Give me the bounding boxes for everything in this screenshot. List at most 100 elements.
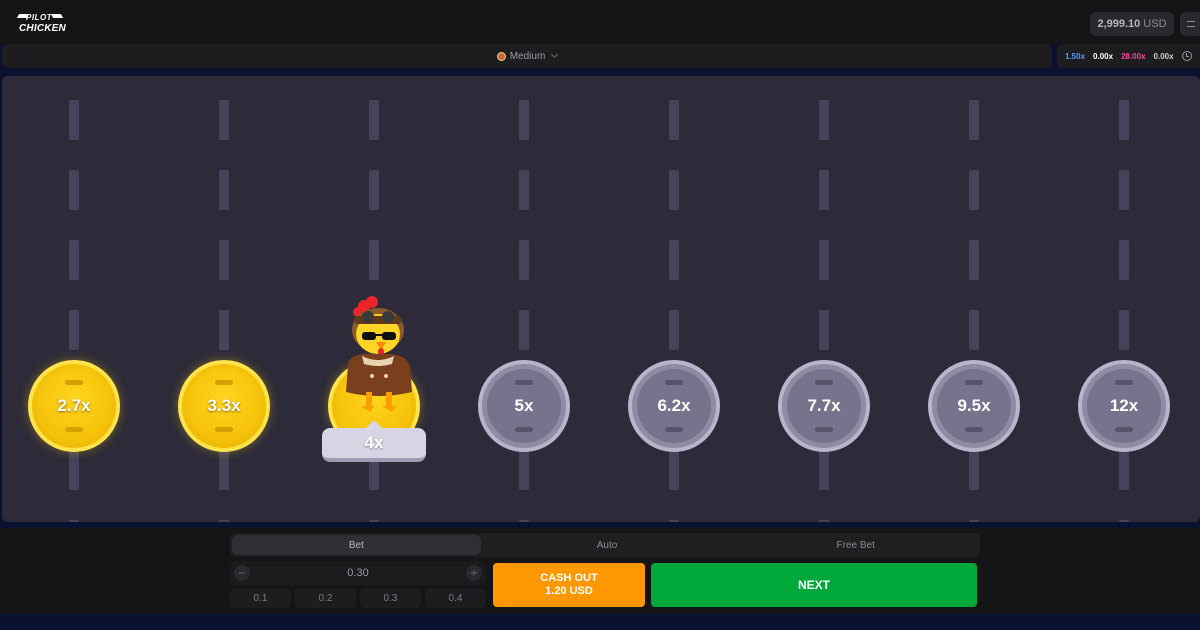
lane-divider	[669, 100, 679, 140]
balance-amount: 2,999.10	[1097, 18, 1141, 30]
logo-text-bottom: CHICKEN	[19, 23, 66, 34]
hamburger-icon	[1187, 21, 1195, 27]
lane-divider	[1119, 100, 1129, 140]
history-item: 28.00x	[1121, 51, 1146, 61]
lane-coin[interactable]: 5x	[478, 360, 570, 452]
lane-divider	[219, 240, 229, 280]
lane-divider	[219, 520, 229, 522]
history-item: 0.00x	[1093, 51, 1114, 61]
history-clock-icon[interactable]	[1181, 51, 1192, 61]
next-button[interactable]: NEXT	[651, 563, 977, 607]
balance-currency: USD	[1143, 18, 1167, 30]
lane-coin: 3.3x	[178, 360, 270, 452]
lane-divider	[819, 520, 829, 522]
quick-stake-button[interactable]: 0.3	[360, 588, 421, 608]
tab-auto[interactable]: Auto	[483, 533, 732, 557]
lane-divider	[669, 170, 679, 210]
lane-divider	[819, 240, 829, 280]
lane-divider	[669, 450, 679, 490]
lane-divider	[969, 100, 979, 140]
coin-multiplier: 5x	[514, 396, 534, 415]
lane-divider	[369, 100, 379, 140]
lane-divider	[1119, 240, 1129, 280]
lane-divider	[1119, 450, 1129, 490]
difficulty-label: Medium	[509, 50, 546, 62]
stake-input[interactable]: 0.30	[347, 567, 368, 579]
coin-notch	[515, 427, 533, 432]
lane-divider	[1119, 520, 1129, 522]
balance-display: 2,999.10 USD	[1090, 12, 1174, 36]
difficulty-selector[interactable]: Medium	[2, 44, 1052, 68]
lane-divider	[969, 520, 979, 522]
coin-multiplier: 9.5x	[957, 396, 991, 415]
lane-divider	[969, 170, 979, 210]
pilot-chicken-logo[interactable]: PILOT CHICKEN	[16, 12, 66, 36]
bet-mode-tabs: Bet Auto Free Bet	[230, 533, 980, 557]
coin-multiplier: 12x	[1109, 396, 1139, 415]
bet-panel: Bet Auto Free Bet − 0.30 + 0.1 0.2 0.3 0…	[0, 528, 1200, 614]
lane-coin: 6.2x	[628, 360, 720, 452]
top-bar: PILOT CHICKEN 2,999.10 USD	[0, 0, 1200, 44]
lane-coin: 2.7x	[28, 360, 120, 452]
coin-notch	[215, 427, 233, 432]
logo-right-wing	[50, 14, 64, 18]
lane-divider	[669, 240, 679, 280]
lane-divider	[819, 100, 829, 140]
quick-stake-buttons: 0.1 0.2 0.3 0.4	[230, 588, 486, 608]
chicken-icon	[496, 51, 506, 61]
pilot-chicken-character	[346, 296, 412, 412]
current-multiplier-label: 4x	[364, 433, 384, 452]
lane-divider	[669, 310, 679, 350]
lane-divider	[819, 310, 829, 350]
coin-notch	[965, 427, 983, 432]
lane-divider	[519, 450, 529, 490]
coin-multiplier: 7.7x	[807, 396, 841, 415]
lane-divider	[819, 170, 829, 210]
coin-notch	[815, 427, 833, 432]
lane-divider	[819, 450, 829, 490]
lane-divider	[219, 450, 229, 490]
lane-divider	[219, 310, 229, 350]
game-board: 2.7x 3.3x 5x 6.2x 7.7x 9.5x 12x 4x	[2, 76, 1200, 522]
lane-divider	[369, 240, 379, 280]
tab-free-bet[interactable]: Free Bet	[731, 533, 980, 557]
current-multiplier-badge: 4x	[322, 420, 426, 462]
lane-divider	[69, 170, 79, 210]
multiplier-history[interactable]: 1.50x 0.00x 28.00x 0.00x	[1057, 44, 1200, 68]
lane-divider	[69, 240, 79, 280]
lane-coin: 9.5x	[928, 360, 1020, 452]
history-item: 0.00x	[1153, 51, 1174, 61]
logo-text-top: PILOT	[26, 13, 53, 22]
lane-divider	[519, 310, 529, 350]
chevron-down-icon	[551, 50, 559, 59]
history-item: 1.50x	[1065, 51, 1086, 61]
coin-notch	[515, 380, 533, 385]
coin-notch	[965, 380, 983, 385]
decrease-stake-button[interactable]: −	[234, 565, 250, 581]
lane-divider	[369, 520, 379, 522]
coin-multiplier: 2.7x	[57, 396, 91, 415]
coin-multiplier: 3.3x	[207, 396, 241, 415]
quick-stake-button[interactable]: 0.4	[425, 588, 486, 608]
increase-stake-button[interactable]: +	[465, 565, 482, 581]
lane-divider	[69, 100, 79, 140]
lane-divider	[69, 310, 79, 350]
menu-button[interactable]	[1180, 12, 1200, 36]
lane-divider	[969, 240, 979, 280]
lane-divider	[969, 310, 979, 350]
tab-bet[interactable]: Bet	[232, 535, 481, 555]
stake-stepper: − 0.30 +	[230, 561, 486, 585]
coin-multiplier: 6.2x	[657, 396, 691, 415]
lane-divider	[219, 170, 229, 210]
quick-stake-button[interactable]: 0.2	[295, 588, 356, 608]
coin-notch	[815, 380, 833, 385]
cash-out-label: CASH OUT	[540, 572, 598, 584]
lane-divider	[519, 240, 529, 280]
quick-stake-button[interactable]: 0.1	[230, 588, 291, 608]
lane-divider	[1119, 170, 1129, 210]
coin-notch	[215, 380, 233, 385]
coin-notch	[65, 427, 83, 432]
lane-divider	[519, 170, 529, 210]
cash-out-amount: 1.20 USD	[545, 585, 593, 597]
cash-out-button[interactable]: CASH OUT 1.20 USD	[493, 563, 645, 607]
